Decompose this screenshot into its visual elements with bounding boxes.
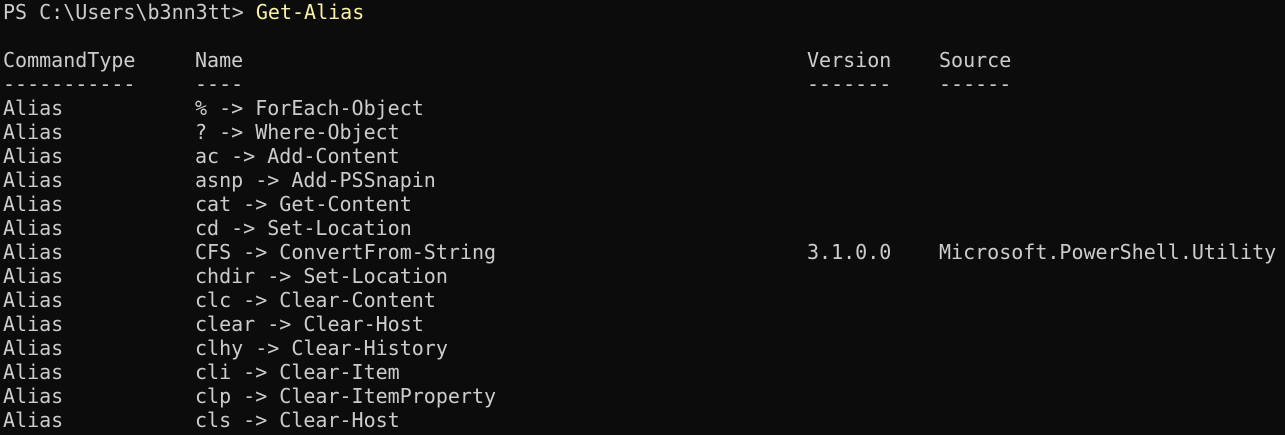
table-row: Alias clear -> Clear-Host [3, 312, 1285, 336]
cell-name: cd -> Set-Location [195, 216, 412, 240]
underline-source: ------ [939, 72, 1012, 96]
underline-commandtype: ----------- [3, 72, 136, 96]
header-name: Name [195, 48, 244, 72]
cell-commandtype: Alias [3, 312, 64, 336]
cell-name: clc -> Clear-Content [195, 288, 436, 312]
header-version: Version [807, 48, 892, 72]
table-header: CommandType Name Version Source [3, 48, 1285, 72]
cell-commandtype: Alias [3, 360, 64, 384]
table-row: Alias chdir -> Set-Location [3, 264, 1285, 288]
cell-name: clhy -> Clear-History [195, 336, 448, 360]
cell-commandtype: Alias [3, 336, 64, 360]
header-source: Source [939, 48, 1012, 72]
cell-name: chdir -> Set-Location [195, 264, 448, 288]
table-row: Alias cls -> Clear-Host [3, 408, 1285, 432]
header-commandtype: CommandType [3, 48, 136, 72]
terminal-window[interactable]: PS C:\Users\b3nn3tt> Get-Alias CommandTy… [0, 0, 1285, 435]
cell-commandtype: Alias [3, 120, 64, 144]
cell-name: clear -> Clear-Host [195, 312, 424, 336]
cell-name: asnp -> Add-PSSnapin [195, 168, 436, 192]
cell-commandtype: Alias [3, 192, 64, 216]
table-body: Alias % -> ForEach-Object Alias ? -> Where-… [3, 96, 1285, 432]
cell-name: cat -> Get-Content [195, 192, 412, 216]
cell-commandtype: Alias [3, 216, 64, 240]
cell-commandtype: Alias [3, 384, 64, 408]
prompt-line: PS C:\Users\b3nn3tt> Get-Alias [3, 0, 1285, 24]
table-row: Alias ac -> Add-Content [3, 144, 1285, 168]
cell-source: Microsoft.PowerShell.Utility [939, 240, 1277, 264]
cell-name: ac -> Add-Content [195, 144, 400, 168]
underline-name: ---- [195, 72, 244, 96]
cell-commandtype: Alias [3, 96, 64, 120]
table-row: Alias clc -> Clear-Content [3, 288, 1285, 312]
table-row: Alias cd -> Set-Location [3, 216, 1285, 240]
table-header-underline: ----------- ---- ------- ------ [3, 72, 1285, 96]
cell-name: CFS -> ConvertFrom-String [195, 240, 497, 264]
cell-commandtype: Alias [3, 264, 64, 288]
cell-commandtype: Alias [3, 168, 64, 192]
table-row: Alias asnp -> Add-PSSnapin [3, 168, 1285, 192]
cell-name: clp -> Clear-ItemProperty [195, 384, 497, 408]
cell-commandtype: Alias [3, 240, 64, 264]
table-row: Alias clhy -> Clear-History [3, 336, 1285, 360]
cell-commandtype: Alias [3, 408, 64, 432]
cell-name: cli -> Clear-Item [195, 360, 400, 384]
table-row: Alias cli -> Clear-Item [3, 360, 1285, 384]
underline-version: ------- [807, 72, 892, 96]
cell-commandtype: Alias [3, 288, 64, 312]
table-row: Alias clp -> Clear-ItemProperty [3, 384, 1285, 408]
table-row: Alias % -> ForEach-Object [3, 96, 1285, 120]
cell-name: % -> ForEach-Object [195, 96, 424, 120]
prompt-text: PS C:\Users\b3nn3tt> [3, 0, 256, 24]
cell-version: 3.1.0.0 [807, 240, 892, 264]
cell-commandtype: Alias [3, 144, 64, 168]
table-row: Alias CFS -> ConvertFrom-String 3.1.0.0 Mic… [3, 240, 1285, 264]
cell-name: ? -> Where-Object [195, 120, 400, 144]
table-row: Alias ? -> Where-Object [3, 120, 1285, 144]
cell-name: cls -> Clear-Host [195, 408, 400, 432]
command-text: Get-Alias [255, 0, 365, 24]
table-row: Alias cat -> Get-Content [3, 192, 1285, 216]
